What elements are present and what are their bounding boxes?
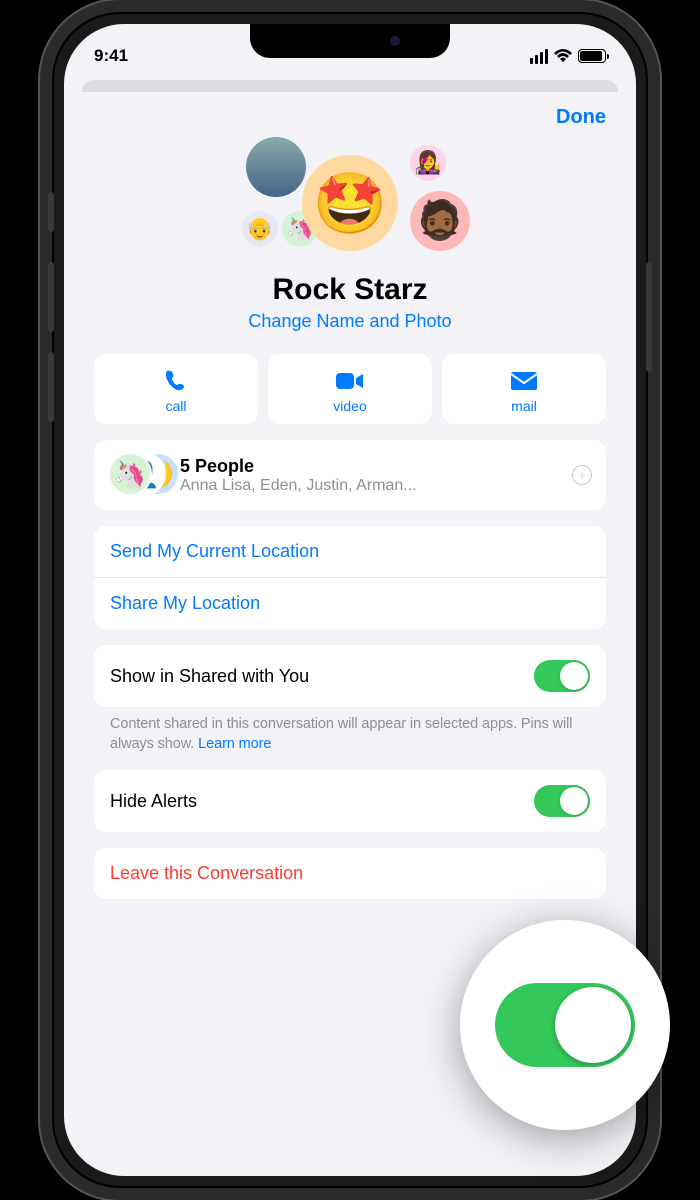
magnified-toggle	[495, 983, 635, 1067]
group-avatar-cluster: 👴 🦄 🤩 👩‍🎤 🧔🏾	[94, 137, 606, 267]
shared-with-you-card: Show in Shared with You	[94, 645, 606, 707]
send-current-location-button[interactable]: Send My Current Location	[94, 526, 606, 578]
mail-label: mail	[442, 398, 606, 414]
hide-alerts-label: Hide Alerts	[110, 791, 197, 812]
learn-more-link[interactable]: Learn more	[198, 736, 271, 752]
group-avatar: 🤩	[302, 155, 398, 251]
show-in-shared-label: Show in Shared with You	[110, 666, 309, 687]
change-name-photo-link[interactable]: Change Name and Photo	[94, 311, 606, 332]
group-name: Rock Starz	[94, 273, 606, 307]
people-names: Anna Lisa, Eden, Justin, Arman...	[180, 477, 572, 495]
member-avatar: 🧔🏾	[410, 191, 470, 251]
call-button[interactable]: call	[94, 354, 258, 424]
share-location-label: Share My Location	[110, 593, 260, 614]
leave-conversation-label: Leave this Conversation	[110, 863, 303, 884]
mail-icon	[442, 366, 606, 396]
mail-button[interactable]: mail	[442, 354, 606, 424]
chevron-right-icon: ›	[572, 465, 592, 485]
leave-card: Leave this Conversation	[94, 848, 606, 899]
video-icon	[268, 366, 432, 396]
people-avatar-stack: 🌙 👤 🦄	[108, 452, 170, 498]
show-in-shared-toggle[interactable]	[534, 660, 590, 692]
member-avatar	[246, 137, 306, 197]
hide-alerts-card: Hide Alerts	[94, 770, 606, 832]
shared-footer-text: Content shared in this conversation will…	[110, 716, 572, 752]
status-indicators	[530, 49, 606, 64]
send-current-location-label: Send My Current Location	[110, 541, 319, 562]
volume-up-button	[48, 262, 54, 332]
cellular-signal-icon	[530, 49, 548, 64]
share-location-button[interactable]: Share My Location	[94, 578, 606, 629]
location-card: Send My Current Location Share My Locati…	[94, 526, 606, 629]
action-buttons-row: call video mail	[94, 354, 606, 424]
video-button[interactable]: video	[268, 354, 432, 424]
people-row[interactable]: 🌙 👤 🦄 5 People Anna Lisa, Eden, Justin, …	[94, 440, 606, 510]
status-time: 9:41	[94, 46, 128, 66]
people-card: 🌙 👤 🦄 5 People Anna Lisa, Eden, Justin, …	[94, 440, 606, 510]
phone-icon	[94, 366, 258, 396]
sheet-behind-indicator	[82, 80, 618, 92]
battery-icon	[578, 49, 606, 63]
member-avatar: 👩‍🎤	[410, 145, 446, 181]
show-in-shared-row: Show in Shared with You	[94, 645, 606, 707]
call-label: call	[94, 398, 258, 414]
done-button[interactable]: Done	[556, 106, 606, 129]
power-button	[646, 262, 652, 372]
shared-footer-note: Content shared in this conversation will…	[94, 707, 606, 754]
volume-down-button	[48, 352, 54, 422]
leave-conversation-button[interactable]: Leave this Conversation	[94, 848, 606, 899]
wifi-icon	[554, 49, 572, 63]
mute-switch	[48, 192, 54, 232]
hide-alerts-row: Hide Alerts	[94, 770, 606, 832]
notch	[250, 24, 450, 58]
member-avatar: 👴	[242, 211, 278, 247]
people-count: 5 People	[180, 456, 572, 477]
magnified-callout	[460, 920, 670, 1130]
member-avatar-small: 🦄	[108, 452, 152, 496]
video-label: video	[268, 398, 432, 414]
hide-alerts-toggle[interactable]	[534, 785, 590, 817]
